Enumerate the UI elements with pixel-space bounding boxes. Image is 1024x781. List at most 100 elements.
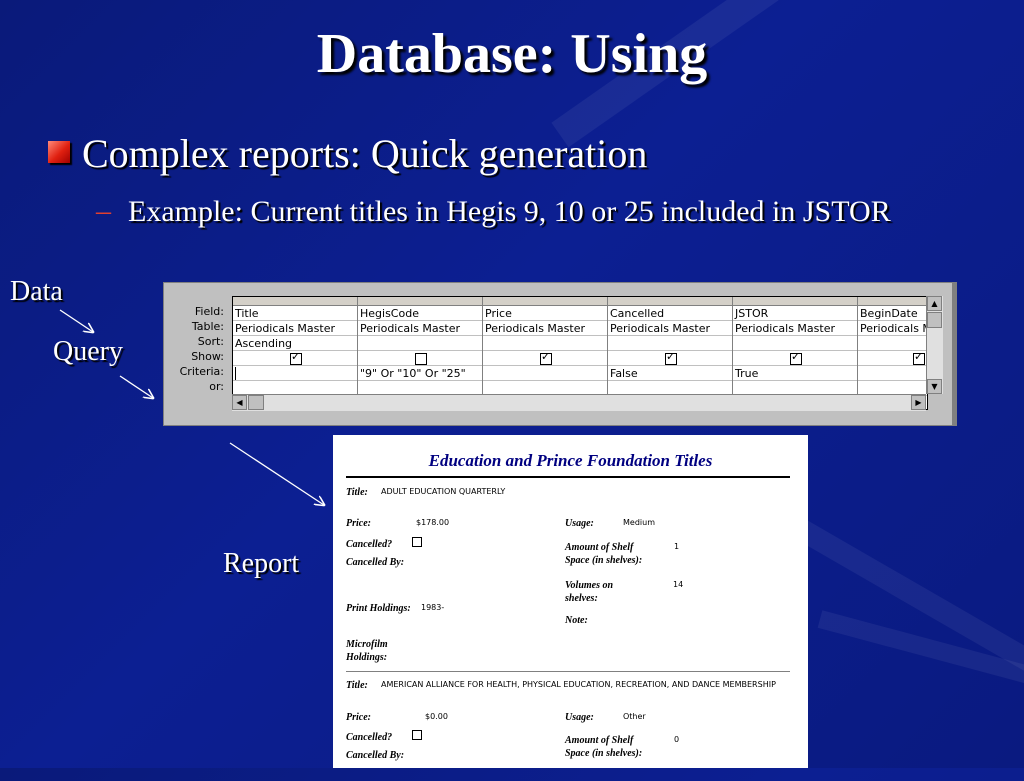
table-cell[interactable]: Periodicals Master (733, 321, 857, 336)
text-cursor (235, 367, 236, 380)
query-grid-body: Title Periodicals Master Ascending Hegis… (232, 296, 928, 410)
table-cell[interactable]: Periodicals Master (483, 321, 607, 336)
shelf-value: 1 (674, 541, 679, 552)
record-title-value: AMERICAN ALLIANCE FOR HEALTH, PHYSICAL E… (381, 679, 776, 690)
grid-column-jstor[interactable]: JSTOR Periodicals Master True (733, 297, 858, 409)
volumes-value: 14 (673, 579, 683, 590)
table-cell[interactable]: Periodicals Master (233, 321, 357, 336)
sort-cell[interactable] (858, 336, 928, 351)
field-cell[interactable]: Cancelled (608, 306, 732, 321)
show-cell[interactable] (858, 351, 928, 366)
sort-cell[interactable] (483, 336, 607, 351)
column-selector[interactable] (733, 297, 857, 306)
row-label-field: Field: (164, 304, 230, 319)
row-label-criteria: Criteria: (164, 364, 230, 379)
report-preview: Education and Prince Foundation Titles T… (333, 435, 808, 768)
grid-column-hegiscode[interactable]: HegisCode Periodicals Master "9" Or "10"… (358, 297, 483, 409)
price-label: Price: (346, 711, 371, 724)
price-value: $178.00 (416, 517, 449, 528)
microfilm-label-line1: Microfilm (346, 638, 388, 651)
row-label-show: Show: (164, 349, 230, 364)
cancelled-by-label: Cancelled By: (346, 749, 404, 762)
record-title-value: ADULT EDUCATION QUARTERLY (381, 486, 505, 497)
criteria-cell[interactable] (233, 366, 357, 381)
horizontal-scrollbar[interactable]: ◀ ▶ (232, 394, 926, 411)
show-checkbox[interactable] (665, 353, 677, 365)
row-label-table: Table: (164, 319, 230, 334)
cancelled-by-label: Cancelled By: (346, 556, 404, 569)
column-selector[interactable] (483, 297, 607, 306)
table-cell[interactable]: Periodicals Master (608, 321, 732, 336)
shelf-label-line1: Amount of Shelf (565, 541, 633, 554)
microfilm-label-line2: Holdings: (346, 651, 387, 664)
record-separator (346, 671, 790, 672)
sort-cell[interactable]: Ascending (233, 336, 357, 351)
usage-value: Other (623, 711, 646, 722)
scroll-thumb[interactable] (927, 312, 942, 328)
note-label: Note: (565, 614, 588, 627)
record-title-label: Title: (346, 486, 368, 499)
window-edge (952, 283, 956, 425)
field-cell[interactable]: BeginDate (858, 306, 928, 321)
cancelled-label: Cancelled? (346, 538, 392, 551)
sort-cell[interactable] (608, 336, 732, 351)
scroll-down-icon[interactable]: ▼ (927, 379, 942, 394)
cancelled-checkbox (412, 730, 422, 740)
scroll-right-icon[interactable]: ▶ (911, 395, 926, 410)
shelf-label-line1: Amount of Shelf (565, 734, 633, 747)
show-checkbox[interactable] (290, 353, 302, 365)
row-label-sort: Sort: (164, 334, 230, 349)
field-cell[interactable]: Price (483, 306, 607, 321)
show-cell[interactable] (358, 351, 482, 366)
grid-column-title[interactable]: Title Periodicals Master Ascending (233, 297, 358, 409)
report-title: Education and Prince Foundation Titles (333, 451, 808, 471)
shelf-label-line2: Space (in shelves): (565, 554, 642, 567)
row-labels: Field: Table: Sort: Show: Criteria: or: (164, 304, 230, 394)
shelf-label-line2: Space (in shelves): (565, 747, 642, 760)
criteria-cell[interactable]: True (733, 366, 857, 381)
price-value: $0.00 (425, 711, 448, 722)
column-selector[interactable] (608, 297, 732, 306)
field-cell[interactable]: Title (233, 306, 357, 321)
column-selector[interactable] (233, 297, 357, 306)
scroll-thumb[interactable] (248, 395, 264, 410)
column-selector[interactable] (858, 297, 928, 306)
show-checkbox[interactable] (790, 353, 802, 365)
scroll-left-icon[interactable]: ◀ (232, 395, 247, 410)
row-label-or: or: (164, 379, 230, 394)
show-cell[interactable] (608, 351, 732, 366)
cancelled-label: Cancelled? (346, 731, 392, 744)
show-checkbox[interactable] (913, 353, 925, 365)
usage-label: Usage: (565, 711, 594, 724)
cancelled-checkbox (412, 537, 422, 547)
record-title-label: Title: (346, 679, 368, 692)
vertical-scrollbar[interactable]: ▲ ▼ (926, 296, 943, 394)
arrow-data-to-query (60, 310, 93, 332)
criteria-cell[interactable]: False (608, 366, 732, 381)
criteria-cell[interactable] (858, 366, 928, 381)
table-cell[interactable]: Periodicals M (858, 321, 928, 336)
show-cell[interactable] (233, 351, 357, 366)
field-cell[interactable]: JSTOR (733, 306, 857, 321)
show-checkbox[interactable] (540, 353, 552, 365)
grid-column-begindate[interactable]: BeginDate Periodicals M (858, 297, 928, 409)
table-cell[interactable]: Periodicals Master (358, 321, 482, 336)
criteria-cell[interactable] (483, 366, 607, 381)
volumes-label-line1: Volumes on (565, 579, 613, 592)
column-selector[interactable] (358, 297, 482, 306)
grid-column-price[interactable]: Price Periodicals Master (483, 297, 608, 409)
show-checkbox[interactable] (415, 353, 427, 365)
query-design-grid: Field: Table: Sort: Show: Criteria: or: … (163, 282, 957, 426)
show-cell[interactable] (483, 351, 607, 366)
sort-cell[interactable] (358, 336, 482, 351)
criteria-cell[interactable]: "9" Or "10" Or "25" (358, 366, 482, 381)
print-holdings-value: 1983- (421, 602, 444, 613)
grid-column-cancelled[interactable]: Cancelled Periodicals Master False (608, 297, 733, 409)
usage-label: Usage: (565, 517, 594, 530)
field-cell[interactable]: HegisCode (358, 306, 482, 321)
sort-cell[interactable] (733, 336, 857, 351)
scroll-up-icon[interactable]: ▲ (927, 296, 942, 311)
show-cell[interactable] (733, 351, 857, 366)
report-title-rule (346, 476, 790, 478)
price-label: Price: (346, 517, 371, 530)
